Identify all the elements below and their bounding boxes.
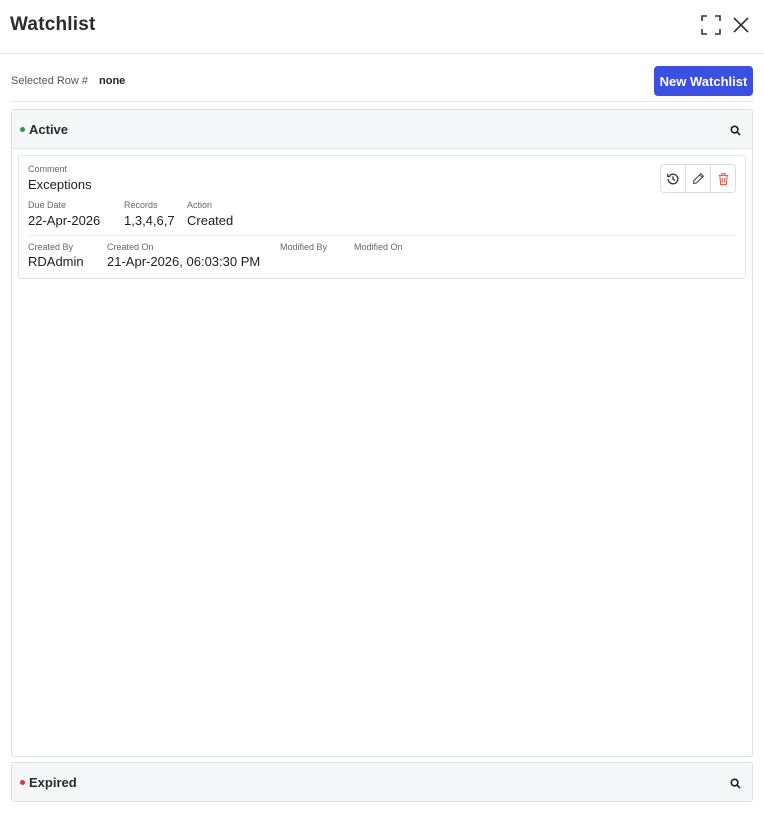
new-watchlist-button[interactable]: New Watchlist xyxy=(654,66,753,96)
search-icon[interactable] xyxy=(728,123,742,137)
card-divider xyxy=(28,235,736,236)
dialog-header: Watchlist xyxy=(0,0,764,54)
modified-by-label: Modified By xyxy=(280,242,328,252)
watchlist-card[interactable]: Comment Exceptions Due Date 22-Apr-2026 … xyxy=(18,155,746,279)
due-date-value: 22-Apr-2026 xyxy=(28,213,101,228)
created-on-value: 21-Apr-2026, 06:03:30 PM xyxy=(107,254,261,269)
selected-row-label: Selected Row # xyxy=(11,75,89,87)
toolbar: Selected Row # none New Watchlist xyxy=(11,66,753,102)
edit-icon[interactable] xyxy=(685,165,710,192)
active-status-dot xyxy=(20,127,25,132)
expired-section: Expired xyxy=(11,762,753,802)
close-icon[interactable] xyxy=(730,14,752,36)
modified-on-label: Modified On xyxy=(354,242,403,252)
history-icon[interactable] xyxy=(661,165,685,192)
records-value: 1,3,4,6,7 xyxy=(124,213,175,228)
card-actions xyxy=(660,164,736,193)
action-value: Created xyxy=(187,213,234,228)
expired-section-header[interactable]: Expired xyxy=(12,763,752,801)
comment-value: Exceptions xyxy=(28,177,92,192)
action-label: Action xyxy=(187,200,213,210)
created-by-value: RDAdmin xyxy=(28,254,84,269)
expired-status-dot xyxy=(20,780,25,785)
expand-icon[interactable] xyxy=(700,14,722,36)
active-section: Active Comment Exceptions Due Date 22-Ap… xyxy=(11,109,753,757)
selected-row-value: none xyxy=(99,75,126,87)
expired-section-title: Expired xyxy=(29,775,77,790)
delete-icon[interactable] xyxy=(710,165,735,192)
created-by-label: Created By xyxy=(28,242,74,252)
active-section-title: Active xyxy=(29,122,69,137)
active-section-header[interactable]: Active xyxy=(12,110,752,149)
due-date-label: Due Date xyxy=(28,200,67,210)
created-on-label: Created On xyxy=(107,242,154,252)
search-icon[interactable] xyxy=(728,776,742,790)
records-label: Records xyxy=(124,200,158,210)
dialog-title: Watchlist xyxy=(10,14,96,35)
comment-label: Comment xyxy=(28,164,68,174)
